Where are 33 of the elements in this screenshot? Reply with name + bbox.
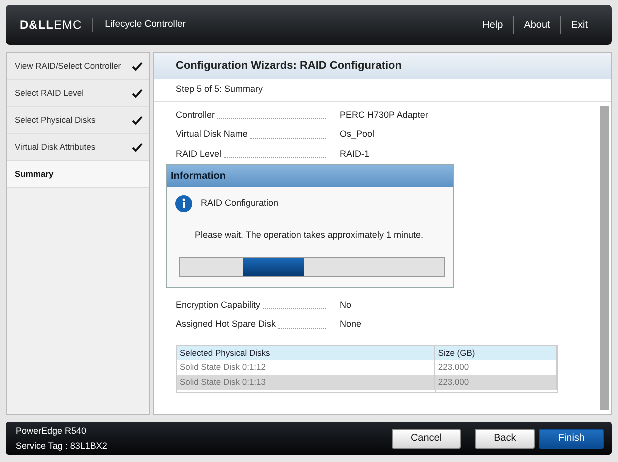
field-label: RAID Level xyxy=(176,148,222,160)
field-value: No xyxy=(339,298,353,312)
dialog-message: Please wait. The operation takes approximately 1 minute. xyxy=(194,229,424,242)
footer-button[interactable]: Back xyxy=(475,428,536,448)
dialog-heading: RAID Configuration xyxy=(201,197,279,210)
field-value: Os_Pool xyxy=(339,128,376,141)
wizard-step[interactable]: Summary xyxy=(7,161,149,188)
model-name: PowerEdge R540 xyxy=(16,426,88,436)
header-link[interactable]: Exit xyxy=(561,18,598,32)
field-label: Virtual Disk Name xyxy=(176,128,248,141)
panel-title: Configuration Wizards: RAID Configuration xyxy=(154,53,611,79)
field-value: None xyxy=(339,318,363,331)
scrollbar[interactable] xyxy=(600,106,609,410)
header-link[interactable]: About xyxy=(514,18,560,32)
wizard-step[interactable]: View RAID/Select Controller xyxy=(7,53,149,80)
wizard-step[interactable]: Select RAID Level xyxy=(7,80,149,107)
step-label: Step 5 of 5: Summary xyxy=(154,79,611,102)
wizard-step[interactable]: Select Physical Disks xyxy=(7,107,149,134)
table-row[interactable]: Solid State Disk 0:1:12 223.000 xyxy=(177,360,557,375)
header-link[interactable]: Help xyxy=(472,18,514,32)
dialog-title: Information xyxy=(167,165,453,187)
product-name: Lifecycle Controller xyxy=(92,18,186,32)
footer-button[interactable]: Finish xyxy=(539,428,604,448)
info-icon xyxy=(175,195,193,213)
service-tag: Service Tag : 83L1BX2 xyxy=(16,440,392,452)
field-label: Controller xyxy=(176,108,216,122)
footer-button[interactable]: Cancel xyxy=(392,428,462,448)
field-label: Assigned Hot Spare Disk xyxy=(176,318,276,331)
field-label: Encryption Capability xyxy=(176,298,261,312)
field-value: PERC H730P Adapter xyxy=(339,108,430,122)
brand-logo: D&LLEMC xyxy=(20,17,82,34)
wizard-step[interactable]: Virtual Disk Attributes xyxy=(7,134,149,161)
field-value: RAID-1 xyxy=(339,148,371,160)
